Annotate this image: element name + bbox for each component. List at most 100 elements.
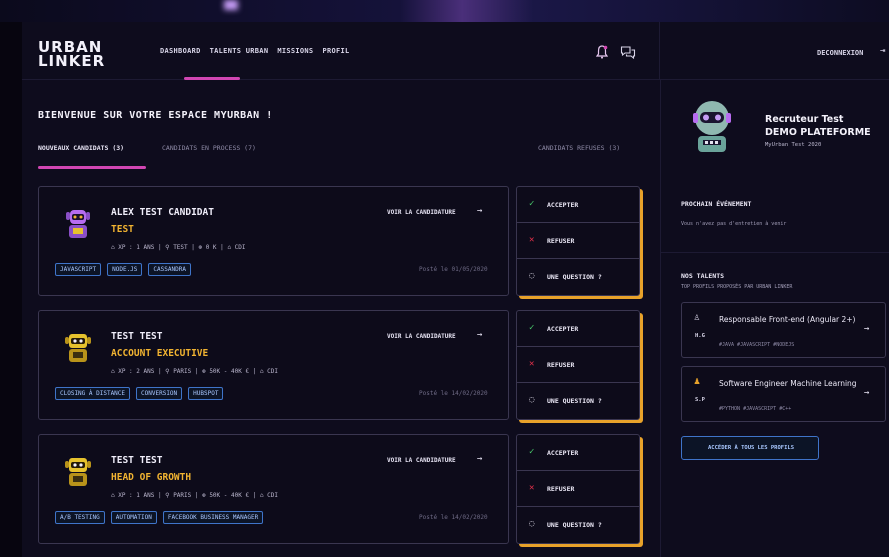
nav-talents-urban[interactable]: TALENTS URBAN [210,47,269,55]
right-sidebar: Recruteur Test DEMO PLATEFORME MyUrban T… [660,80,889,557]
talent-card[interactable]: ♙ H.G Responsable Front-end (Angular 2+)… [681,302,886,358]
question-button[interactable]: ◌ UNE QUESTION ? [517,507,639,543]
glow-spark [224,0,238,10]
skill-tag: A/B TESTING [55,511,105,524]
candidate-role: HEAD OF GROWTH [111,472,192,483]
speech-bubble-icon: ◌ [529,395,535,405]
candidate-name: TEST TEST [111,331,163,342]
candidate-actions: ✓ ACCEPTER ✕ REFUSER ◌ UNE QUESTION ? [516,310,640,420]
recruiter-name-line-1: Recruteur Test [765,114,844,125]
chat-icon[interactable] [620,45,636,59]
candidate-name: ALEX TEST CANDIDAT [111,207,214,218]
tab-refused[interactable]: CANDIDATS REFUSES (3) [538,144,620,152]
nav-missions[interactable]: MISSIONS [277,47,313,55]
refuse-button[interactable]: ✕ REFUSER [517,347,639,383]
nav-active-indicator [184,77,240,80]
talent-tags: #JAVA #JAVASCRIPT #NODEJS [719,342,795,348]
refuse-label: REFUSER [547,485,575,493]
logo[interactable]: URBAN LINKER [38,40,106,70]
header: URBAN LINKER DASHBOARD TALENTS URBAN MIS… [22,22,889,80]
accept-button[interactable]: ✓ ACCEPTER [517,311,639,347]
posted-date: Posté le 14/02/2020 [419,390,488,397]
skill-tag: CASSANDRA [148,263,191,276]
next-event-heading: PROCHAIN ÉVÉNEMENT [681,200,752,208]
candidate-role: TEST [111,224,134,235]
talents-subheading: TOP PROFILS PROPOSÉS PAR URBAN LINKER [681,284,793,290]
candidate-avatar [65,334,91,362]
view-application-link[interactable]: VOIR LA CANDIDATURE [387,457,456,464]
arrow-right-icon[interactable]: → [864,324,869,334]
view-application-link[interactable]: VOIR LA CANDIDATURE [387,209,456,216]
sidebar-divider [661,252,889,253]
candidate-tabs: NOUVEAUX CANDIDATS (3) CANDIDATS EN PROC… [38,144,642,156]
accept-label: ACCEPTER [547,201,579,209]
refuse-label: REFUSER [547,361,575,369]
recruiter-avatar[interactable] [681,96,743,158]
skill-tag: AUTOMATION [110,511,157,524]
nav-profil[interactable]: PROFIL [322,47,349,55]
talent-card[interactable]: ♟ S.P Software Engineer Machine Learning… [681,366,886,422]
logout-button[interactable]: DECONNEXION [817,49,863,57]
logout-icon[interactable]: ⇥ [880,46,885,56]
question-label: UNE QUESTION ? [547,521,602,529]
candidate-meta: ⌂ XP : 1 ANS | ⚲ PARIS | ⊛ 50K - 40K € |… [111,492,278,499]
candidate-role: ACCOUNT EXECUTIVE [111,348,209,359]
skill-tags: JAVASCRIPT NODE.JS CASSANDRA [55,263,191,276]
app-window: URBAN LINKER DASHBOARD TALENTS URBAN MIS… [22,22,889,557]
skill-tag: JAVASCRIPT [55,263,102,276]
candidate-card[interactable]: ALEX TEST CANDIDAT TEST ⌂ XP : 1 ANS | ⚲… [38,186,509,296]
person-icon: ♟ [694,376,701,387]
arrow-right-icon[interactable]: → [477,206,482,216]
skill-tag: HUBSPOT [188,387,224,400]
talent-initials: S.P [695,397,705,403]
arrow-right-icon[interactable]: → [477,454,482,464]
talent-initials: H.G [695,333,705,339]
candidate-name: TEST TEST [111,455,163,466]
arrow-right-icon[interactable]: → [477,330,482,340]
skill-tag: CLOSING À DISTANCE [55,387,131,400]
person-icon: ♙ [694,312,701,323]
accept-label: ACCEPTER [547,325,579,333]
candidate-avatar [66,210,90,238]
refuse-button[interactable]: ✕ REFUSER [517,223,639,259]
talent-title: Responsable Front-end (Angular 2+) [719,315,856,324]
posted-date: Posté le 01/05/2020 [419,266,488,273]
speech-bubble-icon: ◌ [529,519,535,529]
candidate-card[interactable]: TEST TEST HEAD OF GROWTH ⌂ XP : 1 ANS | … [38,434,509,544]
main-nav: DASHBOARD TALENTS URBAN MISSIONS PROFIL [160,47,350,55]
next-event-text: Vous n'avez pas d'entretien à venir [681,221,787,227]
skill-tags: A/B TESTING AUTOMATION FACEBOOK BUSINESS… [55,511,264,524]
candidate-meta: ⌂ XP : 2 ANS | ⚲ PARIS | ⊛ 50K - 40K € |… [111,368,278,375]
logo-line-2: LINKER [38,52,106,70]
tab-in-process[interactable]: CANDIDATS EN PROCESS (7) [162,144,256,152]
all-profiles-button[interactable]: ACCÉDER À TOUS LES PROFILS [681,436,819,460]
question-label: UNE QUESTION ? [547,273,602,281]
question-button[interactable]: ◌ UNE QUESTION ? [517,383,639,419]
cross-icon: ✕ [529,359,535,369]
posted-date: Posté le 14/02/2020 [419,514,488,521]
top-glow-bar [0,0,889,22]
check-icon: ✓ [529,447,535,457]
skill-tag: CONVERSION [136,387,183,400]
view-application-link[interactable]: VOIR LA CANDIDATURE [387,333,456,340]
cross-icon: ✕ [529,235,535,245]
talent-tags: #PYTHON #JAVASCRIPT #C++ [719,406,792,412]
tab-new-candidates[interactable]: NOUVEAUX CANDIDATS (3) [38,144,124,152]
talent-title: Software Engineer Machine Learning [719,379,857,388]
refuse-button[interactable]: ✕ REFUSER [517,471,639,507]
candidate-avatar [65,458,91,486]
page-title: BIENVENUE SUR VOTRE ESPACE MYURBAN ! [38,110,273,121]
accept-button[interactable]: ✓ ACCEPTER [517,435,639,471]
recruiter-company: MyUrban Test 2020 [765,142,822,148]
nav-dashboard[interactable]: DASHBOARD [160,47,201,55]
question-button[interactable]: ◌ UNE QUESTION ? [517,259,639,295]
arrow-right-icon[interactable]: → [864,388,869,398]
cross-icon: ✕ [529,483,535,493]
speech-bubble-icon: ◌ [529,271,535,281]
talents-heading: NOS TALENTS [681,272,725,280]
bell-icon[interactable] [596,45,608,59]
recruiter-name: Recruteur Test DEMO PLATEFORME [765,113,871,139]
accept-button[interactable]: ✓ ACCEPTER [517,187,639,223]
all-profiles-label: ACCÉDER À TOUS LES PROFILS [707,445,795,451]
candidate-card[interactable]: TEST TEST ACCOUNT EXECUTIVE ⌂ XP : 2 ANS… [38,310,509,420]
